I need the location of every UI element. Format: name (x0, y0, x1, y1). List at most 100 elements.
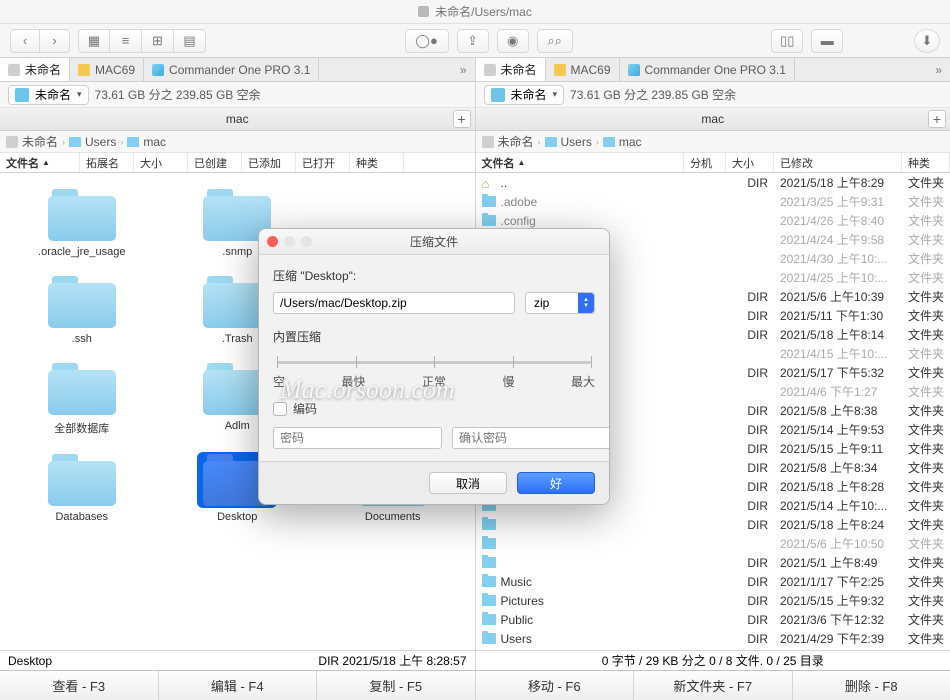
tab-Commander One PRO 3.1[interactable]: Commander One PRO 3.1 (144, 58, 319, 81)
left-breadcrumb[interactable]: 未命名›Users›mac (0, 131, 475, 153)
compress-label: 压缩 "Desktop": (273, 267, 595, 284)
column-header[interactable]: 大小 (134, 153, 188, 172)
status-right: 0 字节 / 29 KB 分之 0 / 8 文件. 0 / 25 目录 (475, 651, 950, 670)
compression-section: 内置压缩 (273, 328, 595, 345)
tab-Commander One PRO 3.1[interactable]: Commander One PRO 3.1 (620, 58, 795, 81)
file-row[interactable]: 2021/5/6 上午10:50文件夹 (476, 534, 950, 553)
file-row[interactable]: PublicDIR2021/3/6 下午12:32文件夹 (476, 610, 950, 629)
status-left: Desktop DIR 2021/5/18 上午 8:28:57 (0, 651, 475, 670)
compression-slider[interactable]: 空最快正常慢最大 (273, 353, 595, 390)
drive-selector[interactable]: 未命名 ▾ (8, 85, 89, 105)
disk-icon (8, 64, 20, 76)
right-path-bar: mac + (476, 108, 950, 131)
app-icon (152, 64, 164, 76)
disk-icon (6, 136, 18, 148)
tab-未命名[interactable]: 未命名 (476, 58, 546, 81)
column-header[interactable]: 文件名▲ (476, 153, 685, 172)
file-row[interactable]: DIR2021/5/1 上午8:49文件夹 (476, 553, 950, 572)
fold-icon (482, 215, 496, 226)
tab-未命名[interactable]: 未命名 (0, 58, 70, 81)
right-columns: 文件名▲分机大小已修改种类 (476, 153, 950, 173)
crumb-Users[interactable]: Users (85, 135, 116, 149)
folder-item-Databases[interactable]: Databases (5, 448, 159, 527)
column-header[interactable]: 已创建 (188, 153, 242, 172)
left-drive-row: 未命名 ▾ 73.61 GB 分之 239.85 GB 空余 (0, 82, 475, 108)
format-select[interactable]: zip ▴▾ (525, 292, 595, 314)
column-header[interactable]: 已修改 (774, 153, 902, 172)
right-drive-row: 未命名 ▾ 73.61 GB 分之 239.85 GB 空余 (476, 82, 950, 108)
tab-MAC69[interactable]: MAC69 (70, 58, 144, 81)
disk-icon (484, 64, 496, 76)
column-header[interactable]: 已打开 (296, 153, 350, 172)
checkbox-icon (273, 402, 287, 416)
left-path-bar: mac + (0, 108, 475, 131)
confirm-password-input[interactable] (452, 427, 610, 449)
column-header[interactable]: 种类 (902, 153, 950, 172)
folder-item-.oracle_jre_usage[interactable]: .oracle_jre_usage (5, 183, 159, 262)
fkey-button[interactable]: 删除 - F8 (793, 671, 950, 700)
column-header[interactable]: 已添加 (242, 153, 296, 172)
view-column-button[interactable]: ▤ (174, 29, 206, 53)
fkey-button[interactable]: 查看 - F3 (0, 671, 159, 700)
view-icon-button[interactable]: ▦ (78, 29, 110, 53)
crumb-mac[interactable]: mac (143, 135, 166, 149)
fkey-button[interactable]: 编辑 - F4 (159, 671, 318, 700)
archive-path-input[interactable] (273, 292, 515, 314)
fkey-button[interactable]: 新文件夹 - F7 (634, 671, 793, 700)
column-header[interactable]: 种类 (350, 153, 404, 172)
file-row[interactable]: MusicDIR2021/1/17 下午2:25文件夹 (476, 572, 950, 591)
password-input[interactable] (273, 427, 442, 449)
column-header[interactable]: 拓展名 (80, 153, 134, 172)
fold-icon (482, 538, 496, 549)
crumb-mac[interactable]: mac (619, 135, 642, 149)
toggle-button[interactable]: ◯● (405, 29, 449, 53)
share-button[interactable]: ⇪ (457, 29, 489, 53)
fold-icon (482, 557, 496, 568)
cancel-button[interactable]: 取消 (429, 472, 507, 494)
storage-info: 73.61 GB 分之 239.85 GB 空余 (570, 86, 736, 103)
column-header[interactable]: 分机 (684, 153, 726, 172)
new-tab-button[interactable]: + (928, 110, 946, 128)
fold-icon (482, 196, 496, 207)
back-button[interactable]: ‹ (10, 29, 40, 53)
folder-item-全部数据库[interactable]: 全部数据库 (5, 357, 159, 440)
tab-MAC69[interactable]: MAC69 (546, 58, 620, 81)
file-row[interactable]: WeDriveDIR2021/4/12 上午11:42文件夹 (476, 648, 950, 650)
download-button[interactable]: ⬇ (914, 29, 940, 53)
folder-icon (48, 454, 116, 506)
crumb-未命名[interactable]: 未命名 (22, 133, 58, 150)
file-row[interactable]: .adobe2021/3/25 上午9:31文件夹 (476, 192, 950, 211)
drive-selector[interactable]: 未命名 ▾ (484, 85, 565, 105)
connect-button[interactable]: ▬ (811, 29, 843, 53)
hd-icon (554, 64, 566, 76)
ok-button[interactable]: 好 (517, 472, 595, 494)
folder-item-.ssh[interactable]: .ssh (5, 270, 159, 349)
close-button[interactable] (267, 236, 278, 247)
view-list-button[interactable]: ≡ (110, 29, 142, 53)
crumb-未命名[interactable]: 未命名 (498, 133, 534, 150)
compress-dialog: 压缩文件 压缩 "Desktop": zip ▴▾ 内置压缩 空最快正常慢最大 … (258, 228, 610, 505)
column-header[interactable]: 文件名▲ (0, 153, 80, 172)
right-breadcrumb[interactable]: 未命名›Users›mac (476, 131, 950, 153)
preview-button[interactable]: ◉ (497, 29, 529, 53)
forward-button[interactable]: › (40, 29, 70, 53)
queue-button[interactable]: ▯▯ (771, 29, 803, 53)
file-row[interactable]: UsersDIR2021/4/29 下午2:39文件夹 (476, 629, 950, 648)
tabs-overflow-button[interactable]: » (452, 63, 475, 77)
file-row[interactable]: PicturesDIR2021/5/15 上午9:32文件夹 (476, 591, 950, 610)
fkey-button[interactable]: 复制 - F5 (317, 671, 476, 700)
view-grid-button[interactable]: ⊞ (142, 29, 174, 53)
new-tab-button[interactable]: + (453, 110, 471, 128)
file-row[interactable]: ..DIR2021/5/18 上午8:29文件夹 (476, 173, 950, 192)
home-icon (482, 177, 496, 188)
tabs-overflow-button[interactable]: » (927, 63, 950, 77)
fkey-button[interactable]: 移动 - F6 (476, 671, 635, 700)
disk-icon (418, 6, 429, 17)
file-row[interactable]: DIR2021/5/18 上午8:24文件夹 (476, 515, 950, 534)
search-button[interactable]: ⌕⌕ (537, 29, 573, 53)
folder-icon (127, 137, 139, 147)
encoding-checkbox[interactable]: 编码 (273, 400, 595, 417)
column-header[interactable]: 大小 (726, 153, 774, 172)
crumb-Users[interactable]: Users (561, 135, 592, 149)
fold-icon (482, 576, 496, 587)
